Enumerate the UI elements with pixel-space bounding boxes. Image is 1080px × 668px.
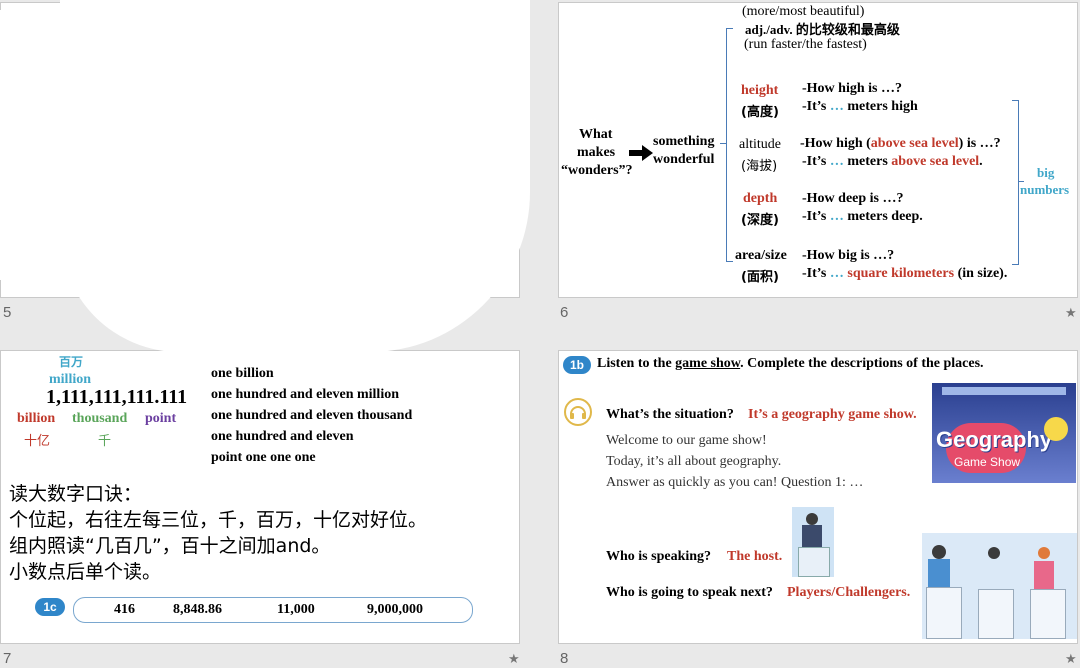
reading-line: one billion <box>211 366 274 381</box>
white-blob-overlay <box>60 0 530 352</box>
slide-number-8: 8 <box>560 650 569 667</box>
slide-number-5: 5 <box>3 304 12 321</box>
star-icon: ★ <box>1065 652 1077 667</box>
number-9000000: 9,000,000 <box>367 602 423 617</box>
slide-number-7: 7 <box>3 650 12 667</box>
transcript-line-2: Today, it’s all about geography. <box>606 454 782 469</box>
billion-label: billion <box>17 411 56 426</box>
area-cn: (面积) <box>741 270 779 285</box>
point-label: point <box>145 411 177 426</box>
left-brace <box>726 28 733 262</box>
what-makes-line-1: What <box>579 127 613 142</box>
number-8848: 8,848.86 <box>173 602 222 617</box>
depth-cn: (深度) <box>741 213 779 228</box>
transcript-line-3: Answer as quickly as you can! Question 1… <box>606 475 864 490</box>
wonderful-text: wonderful <box>653 152 715 167</box>
question-next: Who is going to speak next? <box>606 585 773 600</box>
height-cn: (高度) <box>741 105 779 120</box>
depth-label: depth <box>743 191 778 206</box>
brace-tick <box>720 143 727 144</box>
reading-line: one hundred and eleven <box>211 429 354 444</box>
rule-line-2: 组内照读“几百几”，百十之间加and。 <box>9 535 331 557</box>
rule-title: 读大数字口诀： <box>9 483 143 505</box>
something-text: something <box>653 134 715 149</box>
question-speaker: Who is speaking? <box>606 549 712 564</box>
reading-list: one billion one hundred and eleven millio… <box>211 363 412 468</box>
slide-number-6: 6 <box>560 304 569 321</box>
star-icon: ★ <box>508 652 520 667</box>
slide-6[interactable]: (more/most beautiful) adj./adv. 的比较级和最高级… <box>558 2 1078 298</box>
what-makes-line-3: “wonders”? <box>561 163 633 178</box>
answer-next: Players/Challengers. <box>787 585 911 600</box>
right-brace <box>1012 100 1019 265</box>
players-image <box>922 533 1077 639</box>
what-makes-line-2: makes <box>577 145 616 160</box>
depth-question: -How deep is …? <box>802 191 904 206</box>
area-answer: -It’s … square kilometers (in size). <box>802 266 1008 281</box>
height-question: -How high is …? <box>802 81 902 96</box>
height-answer: -It’s … meters high <box>802 99 918 114</box>
headphones-icon <box>564 398 592 426</box>
answer-situation: It’s a geography game show. <box>748 407 917 422</box>
comparative-example-2: (run faster/the fastest) <box>744 37 867 52</box>
host-image <box>792 507 834 577</box>
altitude-answer: -It’s … meters above sea level. <box>802 154 983 169</box>
logo-text: Geography <box>936 427 1053 452</box>
white-blob-overlay-2 <box>0 10 120 280</box>
logo-subtext: Game Show <box>954 455 1021 469</box>
smiley-icon <box>1044 417 1068 441</box>
big-number: 1,111,111,111.111 <box>46 386 188 408</box>
qian-label: 千 <box>98 434 112 449</box>
badge-1b: 1b <box>563 356 591 374</box>
numbers-text: numbers <box>1020 182 1070 197</box>
depth-answer: -It’s … meters deep. <box>802 209 923 224</box>
arrow-right-icon <box>629 145 653 161</box>
badge-1c: 1c <box>35 598 65 616</box>
number-416: 416 <box>114 602 135 617</box>
baiwan-label: 百万 <box>59 355 84 369</box>
answer-speaker: The host. <box>727 549 783 564</box>
reading-line: one hundred and eleven thousand <box>211 408 413 423</box>
thousand-label: thousand <box>72 411 128 426</box>
area-label: area/size <box>735 248 787 263</box>
slide-8[interactable]: 1b Listen to the game show. Complete the… <box>558 350 1078 644</box>
comparative-heading: adj./adv. 的比较级和最高级 <box>745 22 900 37</box>
altitude-label: altitude <box>739 137 781 152</box>
rule-line-1: 个位起，右往左每三位，千，百万，十亿对好位。 <box>9 509 428 531</box>
altitude-cn: (海拔) <box>741 159 778 174</box>
area-question: -How big is …? <box>802 248 895 263</box>
big-text: big <box>1037 165 1055 180</box>
slide-7[interactable]: 百万 million 1,111,111,111.111 billion tho… <box>0 350 520 644</box>
reading-line: one hundred and eleven million <box>211 387 400 402</box>
question-situation: What’s the situation? <box>606 407 734 422</box>
instruction: Listen to the game show. Complete the de… <box>597 356 984 371</box>
star-icon: ★ <box>1065 306 1077 321</box>
reading-line: point one one one <box>211 450 316 465</box>
shiyi-label: 十亿 <box>24 434 51 449</box>
rule-line-3: 小数点后单个读。 <box>9 561 162 583</box>
altitude-question: -How high (above sea level) is …? <box>800 136 1001 151</box>
transcript-line-1: Welcome to our game show! <box>606 433 767 448</box>
height-label: height <box>741 83 779 98</box>
game-show-image: Geography Game Show <box>932 383 1076 483</box>
number-11000: 11,000 <box>277 602 315 617</box>
comparative-example-1: (more/most beautiful) <box>742 4 865 19</box>
